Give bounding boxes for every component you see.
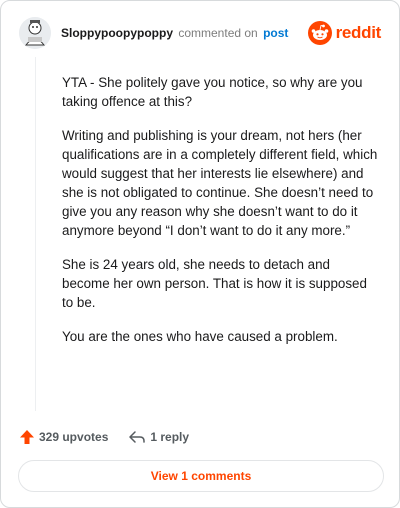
- comment-paragraph: YTA - She politely gave you notice, so w…: [62, 75, 363, 109]
- reply-arrow-icon: [129, 431, 146, 443]
- avatar-icon: [19, 17, 51, 49]
- reddit-logo[interactable]: reddit: [307, 19, 382, 47]
- comment-paragraph: She is 24 years old, she needs to detach…: [62, 257, 367, 310]
- view-comments-button[interactable]: View 1 comments: [18, 460, 384, 492]
- comment-paragraph: Writing and publishing is your dream, no…: [62, 128, 378, 238]
- comment-card: Sloppypoopypoppy commented on post reddi…: [0, 0, 400, 508]
- avatar[interactable]: [19, 17, 51, 49]
- reply-count: 1 reply: [150, 430, 190, 444]
- username-link[interactable]: Sloppypoopypoppy: [61, 26, 173, 40]
- post-link[interactable]: post: [263, 26, 288, 40]
- reddit-snoo-icon: [307, 21, 332, 45]
- commented-on-text: commented on: [178, 26, 258, 40]
- upvote-count: 329 upvotes: [39, 430, 109, 444]
- comment-header: Sloppypoopypoppy commented on post reddi…: [19, 15, 385, 51]
- reply-button[interactable]: 1 reply: [128, 429, 189, 445]
- comment-paragraph: You are the ones who have caused a probl…: [62, 329, 338, 344]
- comment-meta: Sloppypoopypoppy commented on post: [61, 26, 288, 40]
- comment-actions: 329 upvotes 1 reply: [19, 427, 209, 447]
- reddit-wordmark: reddit: [335, 23, 382, 42]
- upvote-button[interactable]: 329 upvotes: [19, 429, 108, 445]
- comment-body: YTA - She politely gave you notice, so w…: [62, 73, 380, 361]
- thread-line[interactable]: [35, 57, 36, 411]
- upvote-arrow-icon: [20, 430, 34, 444]
